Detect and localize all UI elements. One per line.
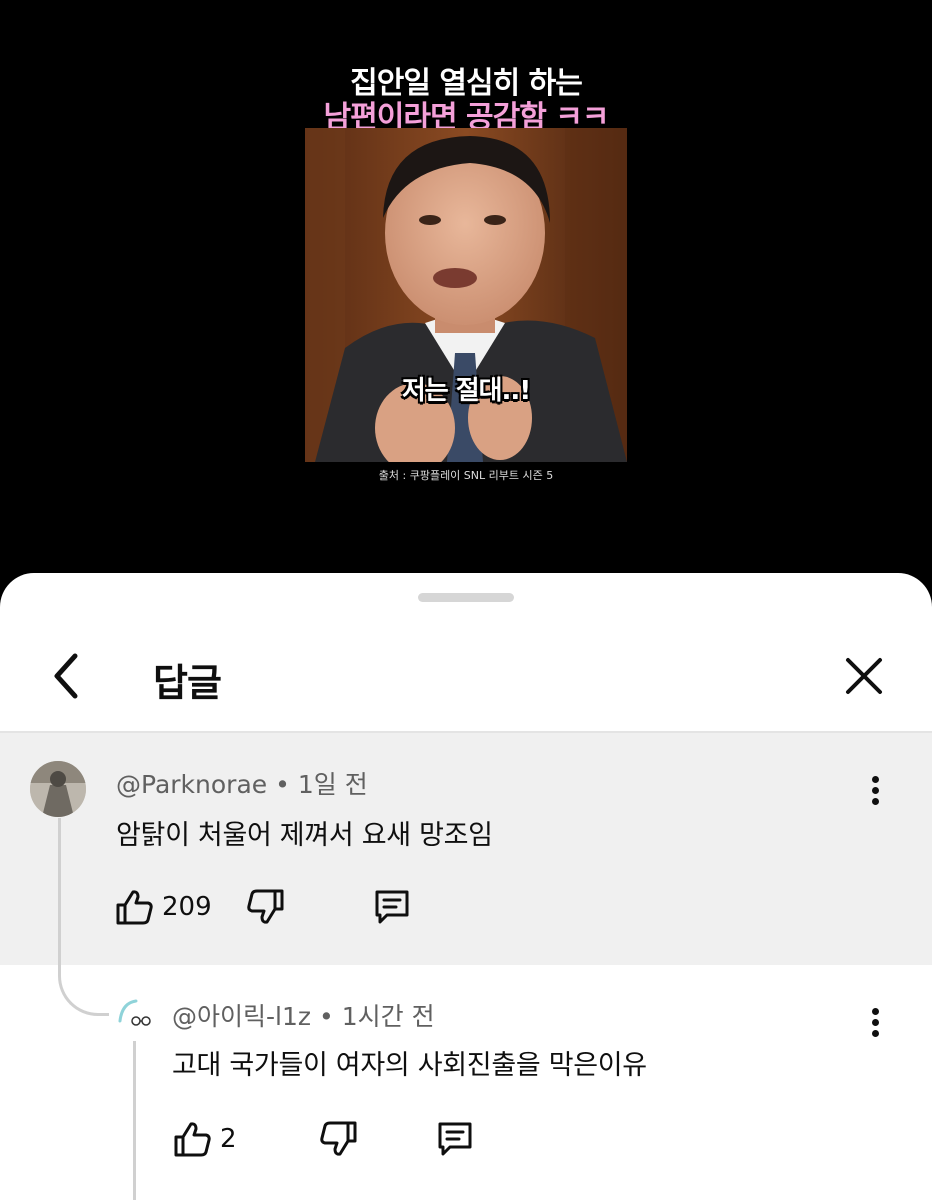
meta-separator: • <box>275 770 290 799</box>
comment-icon <box>438 1122 472 1156</box>
comment-actions: 209 <box>114 887 412 927</box>
reply-time[interactable]: 1시간 전 <box>342 1002 435 1031</box>
thumbs-down-icon <box>319 1121 357 1156</box>
replies-sheet: 답글 @Parknorae • 1일 전 암탉이 처울어 제껴서 요새 망조임 <box>0 573 932 1200</box>
like-button[interactable]: 2 <box>172 1119 237 1159</box>
video-player[interactable]: 집안일 열심히 하는 남편이라면 공감함 ㅋㅋ 저는 절대..! 출처: 쿠팡… <box>0 0 932 600</box>
reply-author[interactable]: @아이릭-l1z <box>172 1002 311 1031</box>
thumbs-down-icon <box>246 889 284 924</box>
close-icon <box>846 658 882 694</box>
thumbs-up-icon <box>174 1122 211 1157</box>
thread-connector <box>58 933 109 1016</box>
reply-thread-line <box>133 1041 136 1200</box>
reply-text: 고대 국가들이 여자의 사회진출을 막은이유 <box>172 1050 647 1081</box>
video-frame-image <box>305 128 627 462</box>
sheet-header: 답글 <box>0 618 932 731</box>
video-source-credit: 출처 : 쿠팡플레이 SNL 리부트 시즌 5 <box>378 469 554 482</box>
avatar[interactable] <box>114 993 154 1033</box>
comment-author[interactable]: @Parknorae <box>116 770 267 799</box>
page-title: 답글 <box>153 661 222 705</box>
more-vert-icon <box>871 775 879 783</box>
back-button[interactable] <box>38 648 94 704</box>
comment-more-button[interactable] <box>855 765 895 815</box>
dislike-button[interactable] <box>246 887 286 927</box>
chevron-left-icon <box>54 653 78 699</box>
reply-actions: 2 <box>172 1119 475 1159</box>
like-button[interactable]: 209 <box>114 887 212 927</box>
sheet-drag-handle[interactable] <box>418 593 514 602</box>
more-vert-icon <box>871 1007 879 1015</box>
video-subtitle: 저는 절대..! <box>401 376 531 406</box>
close-button[interactable] <box>836 648 892 704</box>
thumbs-up-icon <box>116 890 153 925</box>
like-count: 209 <box>162 892 212 922</box>
like-count: 2 <box>220 1124 237 1154</box>
comment-text: 암탉이 처울어 제껴서 요새 망조임 <box>116 820 493 851</box>
reply-more-button[interactable] <box>855 997 895 1047</box>
reply-button[interactable] <box>435 1119 475 1159</box>
comment-icon <box>375 890 409 924</box>
comment-time[interactable]: 1일 전 <box>298 770 368 799</box>
meta-separator: • <box>319 1002 334 1031</box>
reply-meta: @아이릭-l1z • 1시간 전 <box>172 997 435 1033</box>
comment-meta: @Parknorae • 1일 전 <box>116 765 368 801</box>
avatar[interactable] <box>30 761 86 817</box>
reply-button[interactable] <box>372 887 412 927</box>
dislike-button[interactable] <box>319 1119 359 1159</box>
